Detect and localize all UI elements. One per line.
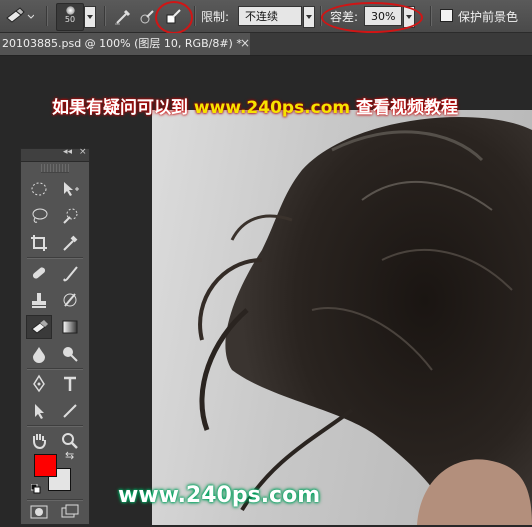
history-brush-tool[interactable] [57, 288, 83, 312]
screen-mode-icon [61, 504, 79, 518]
bandage-icon [32, 267, 46, 279]
limits-select[interactable]: 不连续 [238, 6, 302, 26]
healing-brush-tool[interactable] [26, 261, 52, 285]
sampling-once-button[interactable] [137, 6, 157, 26]
document-tab[interactable]: 20103885.psd @ 100% (图层 10, RGB/8#) * [0, 33, 250, 55]
eyedropper-icon [63, 235, 78, 251]
elliptical-marquee-icon [31, 182, 47, 196]
history-brush-icon [63, 293, 77, 307]
brush-size-picker[interactable]: 50 [56, 3, 84, 31]
eraser-icon [31, 320, 48, 334]
move-icon [64, 182, 79, 196]
pen-tool[interactable] [26, 372, 52, 396]
banner-prefix: 如果有疑问可以到 [52, 98, 188, 118]
foreground-color-swatch[interactable] [34, 454, 57, 477]
brush-icon [63, 266, 78, 282]
limits-value: 不连续 [245, 10, 278, 23]
stamp-icon [32, 293, 46, 308]
document-canvas[interactable] [152, 110, 532, 525]
quick-mask-icon [30, 505, 48, 519]
close-icon[interactable]: × [79, 147, 87, 157]
screen-mode-button[interactable] [57, 502, 83, 522]
background-eraser-icon [6, 7, 35, 23]
gradient-icon [62, 320, 78, 334]
hair-photo [198, 117, 532, 525]
line-tool[interactable] [57, 399, 83, 423]
sampling-continuous-button[interactable] [113, 6, 133, 26]
quick-mask-button[interactable] [26, 502, 52, 522]
document-tab-bar: 20103885.psd @ 100% (图层 10, RGB/8#) * × [0, 33, 532, 56]
tools-panel-grip[interactable] [41, 164, 69, 173]
highlight-circle [155, 1, 193, 34]
document-tab-title: 20103885.psd @ 100% (图层 10, RGB/8#) * [2, 37, 242, 50]
dodge-tool[interactable] [57, 342, 83, 366]
default-colors-icon[interactable] [30, 479, 41, 494]
collapse-icon[interactable]: ◂◂ [63, 147, 72, 157]
close-icon[interactable]: × [240, 36, 250, 50]
highlight-circle [321, 2, 423, 33]
eyedropper-continuous-icon [115, 9, 131, 25]
banner-url: www.240ps.com [193, 98, 351, 118]
move-tool[interactable] [57, 177, 83, 201]
eyedropper-once-icon [140, 10, 154, 24]
brush-dropdown-arrow[interactable] [84, 6, 96, 28]
droplet-icon [33, 347, 45, 363]
limits-dropdown-arrow[interactable] [303, 6, 315, 28]
blur-tool[interactable] [26, 342, 52, 366]
banner-suffix: 查看视频教程 [356, 98, 459, 118]
clone-stamp-tool[interactable] [26, 288, 52, 312]
hand-icon [33, 434, 46, 450]
type-tool[interactable] [57, 372, 83, 396]
crop-tool[interactable] [26, 231, 52, 255]
lasso-tool[interactable] [26, 204, 52, 228]
tool-preset-picker[interactable] [4, 6, 35, 26]
background-eraser-tool[interactable] [26, 315, 52, 339]
quick-selection-icon [63, 208, 78, 224]
protect-foreground-label: 保护前景色 [458, 10, 519, 24]
brush-tool[interactable] [57, 261, 83, 285]
quick-selection-tool[interactable] [57, 204, 83, 228]
tools-panel-header: ◂◂ × [21, 147, 89, 162]
path-selection-tool[interactable] [26, 399, 52, 423]
tutorial-banner: 如果有疑问可以到 www.240ps.com 查看视频教程 [52, 93, 458, 118]
swap-colors-icon[interactable]: ⇆ [65, 449, 74, 462]
limits-label: 限制: [201, 10, 230, 24]
brush-tip-icon [65, 6, 75, 15]
options-bar: 50 限制: 不连续 容差: 30% 保护前景色 [0, 0, 532, 34]
brush-size-value: 50 [64, 15, 76, 24]
eyedropper-tool[interactable] [57, 231, 83, 255]
line-icon [63, 404, 77, 418]
type-icon [64, 376, 76, 391]
pen-icon [33, 374, 45, 393]
tools-panel: ◂◂ × ⇆ [20, 147, 90, 525]
crop-icon [31, 235, 47, 251]
lasso-icon [32, 208, 48, 223]
protect-foreground-checkbox[interactable] [440, 9, 453, 22]
dodge-icon [63, 347, 78, 362]
magnifier-icon [62, 433, 78, 449]
marquee-tool[interactable] [26, 177, 52, 201]
hand-tool[interactable] [26, 429, 52, 453]
pointer-icon [35, 404, 44, 419]
gradient-tool[interactable] [57, 315, 83, 339]
watermark: www.240ps.com [118, 483, 321, 508]
